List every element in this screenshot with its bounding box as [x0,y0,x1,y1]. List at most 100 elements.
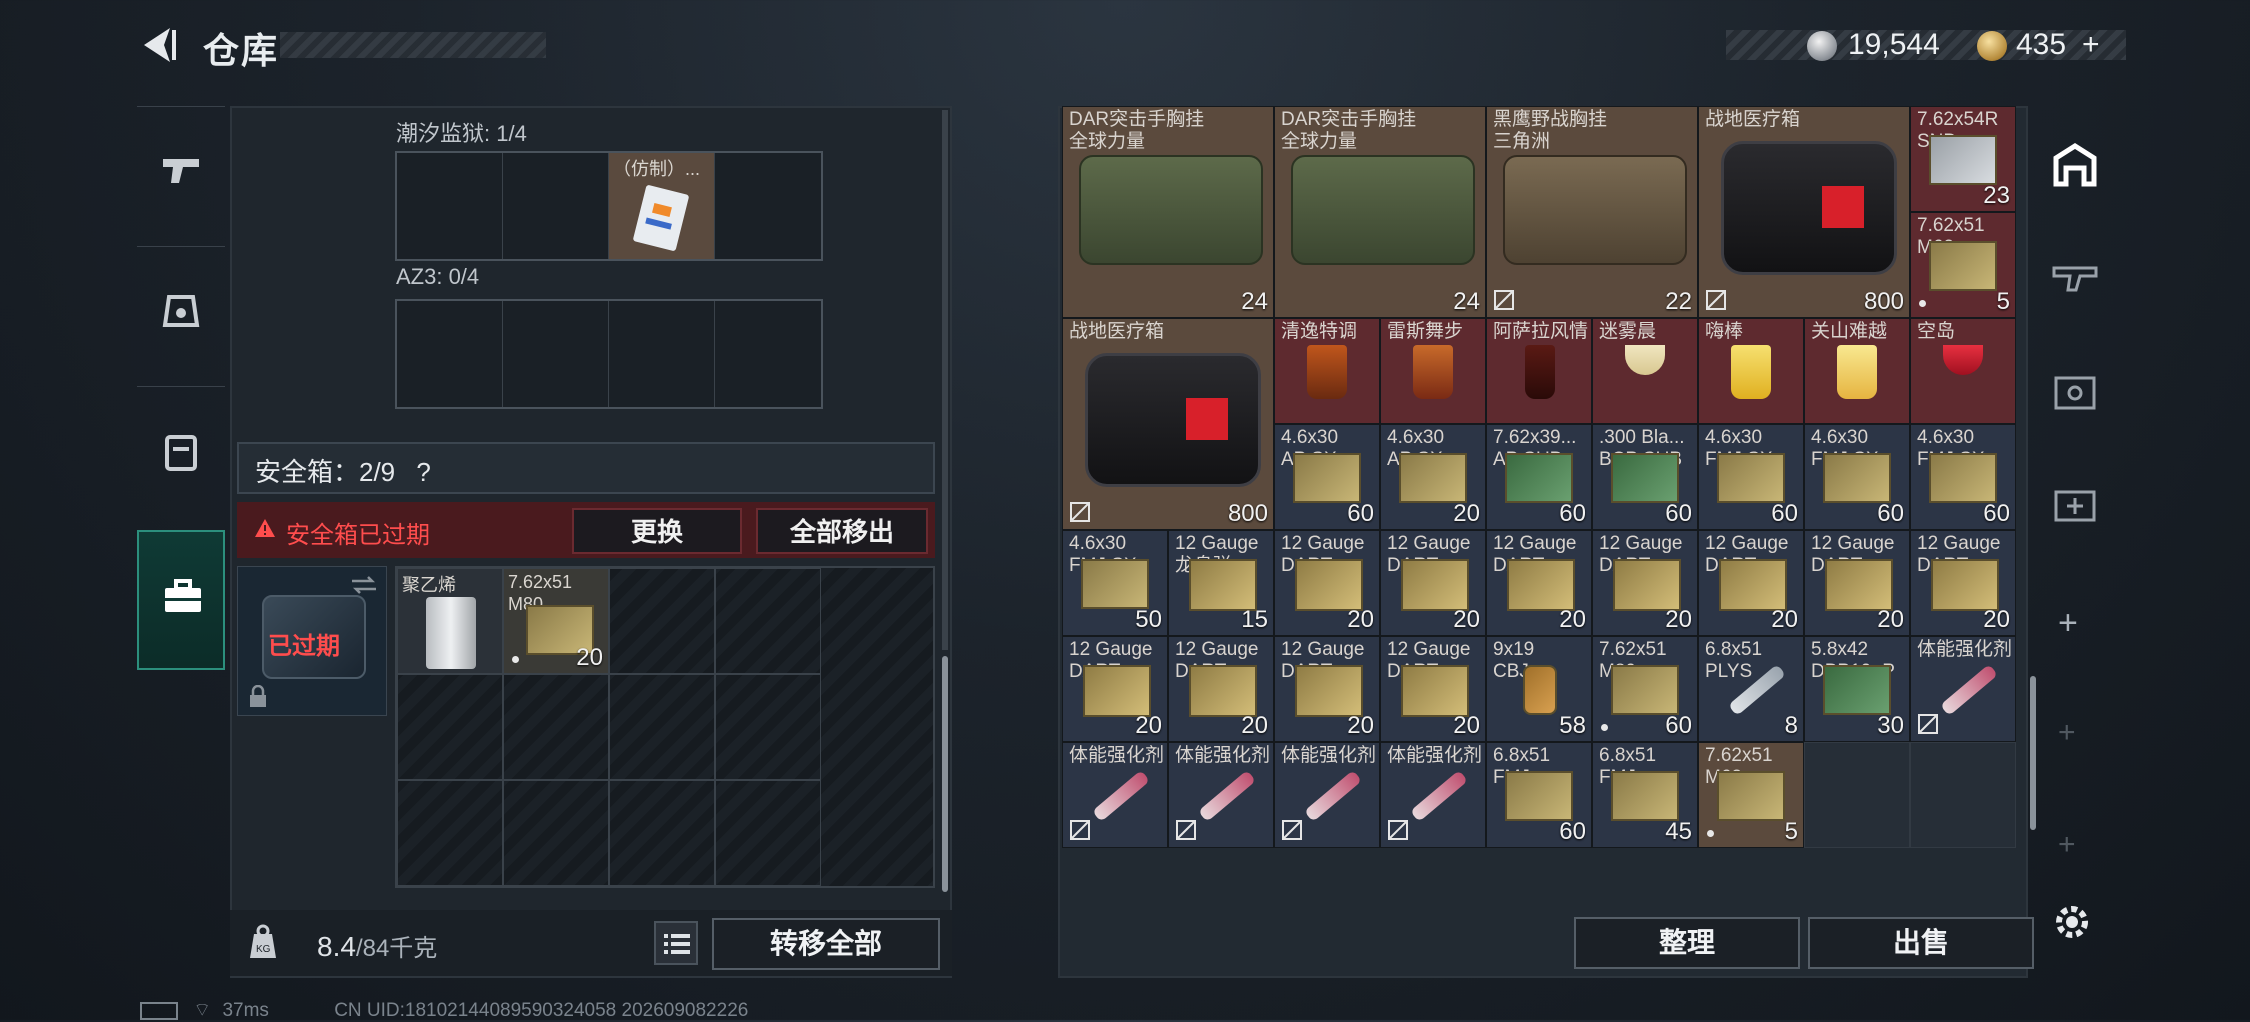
inventory-item-ammo[interactable]: 7.62x51 M62 5 [1910,212,2016,318]
item-name: 雷斯舞步 [1387,321,1464,342]
safe-cell[interactable] [715,674,821,780]
inventory-item-ammo[interactable]: 4.6x30 AP SX 60 [1274,424,1380,530]
add-storage-icon[interactable]: + [2058,604,2078,643]
inventory-item-drink[interactable]: 迷雾晨 [1592,318,1698,424]
inventory-item-drink[interactable]: 关山难越 [1804,318,1910,424]
inventory-item-shotgun-shell[interactable]: 12 Gauge DART 20 [1062,636,1168,742]
inventory-item-stim[interactable]: 体能强化剂 [1910,636,2016,742]
inventory-item-stim[interactable]: 体能强化剂 [1168,742,1274,848]
inventory-item-shotgun-shell[interactable]: 12 Gauge DART 20 [1380,530,1486,636]
left-scrollbar-track[interactable] [942,110,948,650]
nav-safe-box[interactable] [137,530,225,670]
inventory-item-drink[interactable]: 嗨棒 [1698,318,1804,424]
nav-storage-medical[interactable] [2040,466,2110,546]
inventory-item-ammo[interactable]: 4.6x30 FMJ SX 60 [1698,424,1804,530]
inventory-item-ammo[interactable]: 4.6x30 FMJ SX 60 [1910,424,2016,530]
help-icon[interactable]: ? [416,457,430,487]
item-name: DAR突击手胸挂 全球力量 [1069,109,1205,152]
slot-cell[interactable] [609,301,715,407]
nav-storage-gear[interactable] [2040,354,2110,434]
inventory-item-shotgun-shell[interactable]: 12 Gauge DART 20 [1698,530,1804,636]
inventory-item-shotgun-shell[interactable]: 12 Gauge DART 20 [1380,636,1486,742]
inventory-item-drink[interactable]: 空岛 [1910,318,2016,424]
left-scrollbar[interactable] [942,656,948,892]
list-view-button[interactable] [654,921,698,965]
nav-armor[interactable] [137,246,225,376]
no-trade-icon [1388,820,1408,840]
add-gold-button[interactable]: + [2082,28,2100,62]
inventory-item-ammo[interactable]: 6.8x51 FMJ 45 [1592,742,1698,848]
inventory-item-chest-rig[interactable]: 黑鹰野战胸挂 三角洲 22 [1486,106,1698,318]
safe-cell[interactable] [503,674,609,780]
inventory-item-shotgun-shell[interactable]: 12 Gauge DART 20 [1274,530,1380,636]
inventory-item-drink[interactable]: 雷斯舞步 [1380,318,1486,424]
safe-cell[interactable] [609,780,715,886]
inventory-item-ammo[interactable]: 4.6x30 FMJ SX 50 [1062,530,1168,636]
inventory-item-ammo[interactable]: 7.62x51 M62 5 [1698,742,1804,848]
inventory-item-ammo[interactable]: 5.8x42 DBP10+P 30 [1804,636,1910,742]
inventory-item-stim[interactable]: 体能强化剂 [1062,742,1168,848]
inventory-item-shotgun-shell[interactable]: 12 Gauge DART 20 [1592,530,1698,636]
inventory-item-ammo[interactable]: 6.8x51 FMJ 60 [1486,742,1592,848]
slot-cell[interactable] [503,301,609,407]
sort-button[interactable]: 整理 [1574,917,1800,969]
inventory-item-drink[interactable]: 阿萨拉风情 [1486,318,1592,424]
slot-cell[interactable] [397,153,503,259]
safe-item-ammo[interactable]: 7.62x51 M80 20 [503,568,609,674]
inventory-item-chest-rig[interactable]: DAR突击手胸挂 全球力量 24 [1062,106,1274,318]
inventory-empty-cell[interactable] [1804,742,1910,848]
safe-cell[interactable] [503,780,609,886]
safe-cell[interactable] [609,674,715,780]
item-count: 60 [1559,500,1586,527]
safe-cell[interactable] [715,780,821,886]
title-stripe [280,32,546,58]
inventory-item-ammo[interactable]: 6.8x51 PLYS 8 [1698,636,1804,742]
safe-cell[interactable] [397,674,503,780]
inventory-item-chest-rig[interactable]: DAR突击手胸挂 全球力量 24 [1274,106,1486,318]
nav-storage-weapons[interactable] [2040,240,2110,320]
item-name: 战地医疗箱 [1705,109,1801,130]
inventory-item-ammo[interactable]: 7.62x51 M80 60 [1592,636,1698,742]
transfer-all-button[interactable]: 转移全部 [712,918,940,970]
inventory-item-medkit[interactable]: 战地医疗箱 800 [1062,318,1274,530]
inventory-item-shotgun-shell[interactable]: 12 Gauge 龙息弹 15 [1168,530,1274,636]
gear-box-icon [2054,376,2096,410]
inventory-item-ammo[interactable]: 9x19 CBJ 58 [1486,636,1592,742]
inventory-item-medkit[interactable]: 战地医疗箱 800 [1698,106,1910,318]
remove-all-button[interactable]: 全部移出 [756,508,928,554]
nav-backpack[interactable] [137,386,225,516]
nav-storage-main[interactable] [2040,126,2110,206]
inventory-item-ammo[interactable]: 7.62x39... AP SUB 60 [1486,424,1592,530]
back-arrow-icon[interactable] [138,24,180,66]
safe-cell[interactable] [397,780,503,886]
inventory-item-ammo[interactable]: 4.6x30 AP SX 20 [1380,424,1486,530]
slot-cell[interactable] [397,301,503,407]
swap-icon[interactable] [350,575,378,595]
inventory-item-ammo[interactable]: .300 Bla... BCP SUB 60 [1592,424,1698,530]
inventory-item-shotgun-shell[interactable]: 12 Gauge DART 20 [1168,636,1274,742]
inventory-item-shotgun-shell[interactable]: 12 Gauge DART 20 [1910,530,2016,636]
safe-cell[interactable] [715,568,821,674]
inventory-scrollbar[interactable] [2030,676,2036,830]
inventory-item-shotgun-shell[interactable]: 12 Gauge DART 20 [1804,530,1910,636]
replace-button[interactable]: 更换 [572,508,742,554]
keycard-item[interactable]: （仿制）... [609,153,715,259]
inventory-item-ammo[interactable]: 4.6x30 FMJ SX 60 [1804,424,1910,530]
inventory-item-stim[interactable]: 体能强化剂 [1274,742,1380,848]
safe-item-polyethylene[interactable]: 聚乙烯 [397,568,503,674]
inventory-item-drink[interactable]: 清逸特调 [1274,318,1380,424]
slot-cell[interactable] [715,301,821,407]
inventory-empty-cell[interactable] [1910,742,2016,848]
slot-cell[interactable] [503,153,609,259]
inventory-item-shotgun-shell[interactable]: 12 Gauge DART 20 [1274,636,1380,742]
slot-cell[interactable] [715,153,821,259]
sell-button[interactable]: 出售 [1808,917,2034,969]
inventory-item-ammo[interactable]: 7.62x54R SNB 23 [1910,106,2016,212]
inventory-item-stim[interactable]: 体能强化剂 [1380,742,1486,848]
inventory-item-shotgun-shell[interactable]: 12 Gauge DART 20 [1486,530,1592,636]
nav-weapons[interactable] [137,106,225,236]
safe-cell[interactable] [609,568,715,674]
settings-gear-icon[interactable] [2050,900,2094,944]
add-storage-icon[interactable]: + [2058,716,2076,750]
add-storage-icon[interactable]: + [2058,828,2076,862]
